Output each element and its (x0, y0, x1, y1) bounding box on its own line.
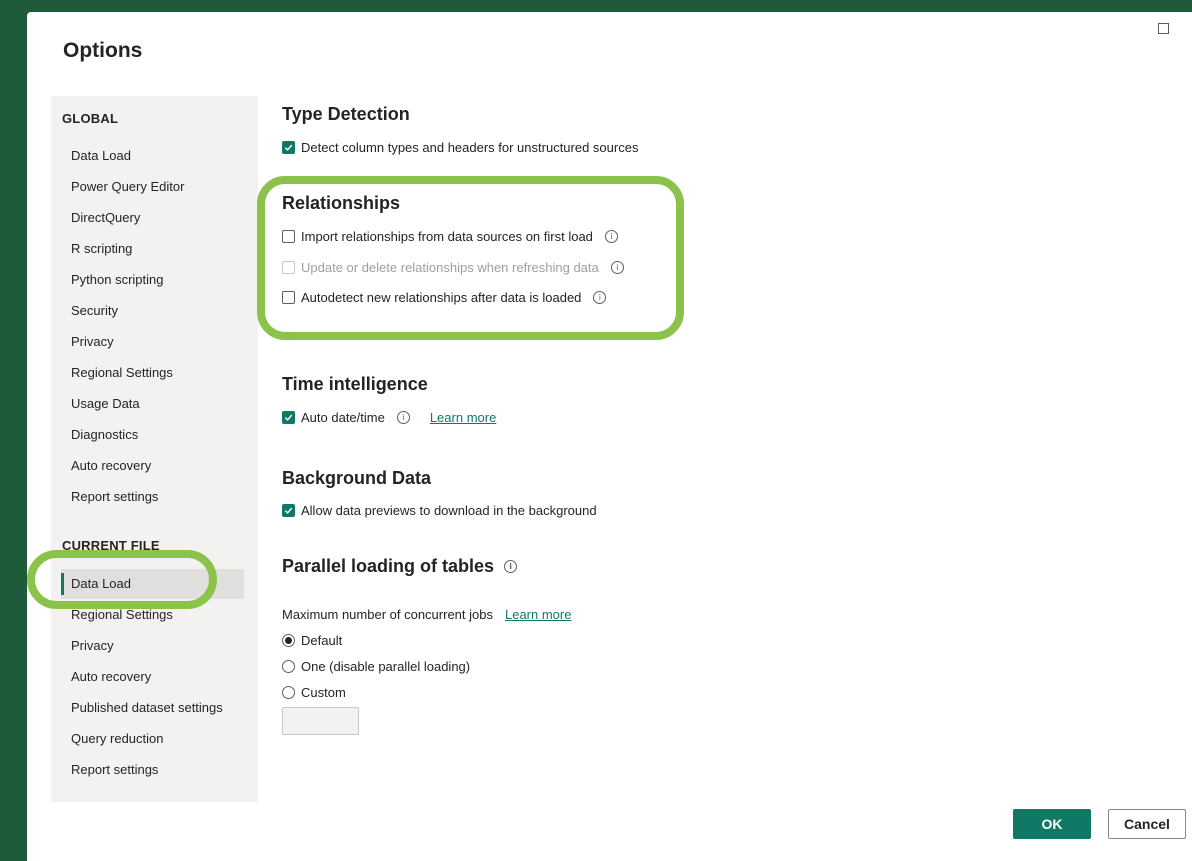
radio-custom[interactable] (282, 686, 295, 699)
sidebar-item-usage-data[interactable]: Usage Data (71, 396, 140, 411)
info-icon[interactable]: i (610, 261, 624, 274)
autodetect-relationships-option[interactable]: Autodetect new relationships after data … (282, 290, 607, 305)
update-relationships-option: Update or delete relationships when refr… (282, 260, 624, 275)
info-icon[interactable]: i (396, 411, 410, 424)
sidebar-heading-global: GLOBAL (62, 111, 119, 126)
update-relationships-checkbox (282, 261, 295, 274)
max-jobs-label: Maximum number of concurrent jobs (282, 607, 493, 622)
sidebar-item-global-data-load[interactable]: Data Load (71, 148, 131, 163)
parallel-loading-title: Parallel loading of tables (282, 556, 495, 576)
parallel-loading-learn-more-link[interactable]: Learn more (505, 607, 571, 622)
sidebar-item-published-dataset-settings[interactable]: Published dataset settings (71, 700, 223, 715)
detect-types-option[interactable]: Detect column types and headers for unst… (282, 140, 638, 155)
autodetect-relationships-checkbox[interactable] (282, 291, 295, 304)
allow-previews-label: Allow data previews to download in the b… (301, 503, 597, 518)
ok-button[interactable]: OK (1013, 809, 1091, 839)
autodetect-relationships-label: Autodetect new relationships after data … (301, 290, 582, 305)
detect-types-label: Detect column types and headers for unst… (301, 140, 639, 155)
sidebar-item-current-privacy[interactable]: Privacy (71, 638, 114, 653)
radio-one[interactable] (282, 660, 295, 673)
allow-previews-option[interactable]: Allow data previews to download in the b… (282, 503, 597, 518)
radio-one-label: One (disable parallel loading) (301, 659, 471, 674)
sidebar-item-global-privacy[interactable]: Privacy (71, 334, 114, 349)
sidebar-item-query-reduction[interactable]: Query reduction (71, 731, 164, 746)
maximize-icon[interactable] (1158, 23, 1169, 34)
relationships-title: Relationships (282, 193, 401, 213)
sidebar-item-current-auto-recovery[interactable]: Auto recovery (71, 669, 151, 684)
info-icon[interactable]: i (593, 291, 607, 304)
background-data-title: Background Data (282, 468, 432, 488)
sidebar-item-global-auto-recovery[interactable]: Auto recovery (71, 458, 151, 473)
import-relationships-checkbox[interactable] (282, 230, 295, 243)
detect-types-checkbox[interactable] (282, 141, 295, 154)
time-intelligence-learn-more-link[interactable]: Learn more (430, 410, 496, 425)
sidebar-item-security[interactable]: Security (71, 303, 118, 318)
custom-jobs-input[interactable] (282, 707, 359, 735)
info-icon[interactable]: i (604, 230, 618, 243)
max-jobs-row: Maximum number of concurrent jobs Learn … (282, 607, 571, 622)
sidebar-item-diagnostics[interactable]: Diagnostics (71, 427, 138, 442)
sidebar-item-global-report-settings[interactable]: Report settings (71, 489, 158, 504)
import-relationships-option[interactable]: Import relationships from data sources o… (282, 229, 618, 244)
sidebar-selected-indicator (61, 573, 64, 595)
time-intelligence-title: Time intelligence (282, 374, 428, 394)
radio-option-custom[interactable]: Custom (282, 685, 346, 700)
options-dialog: Options GLOBAL Data Load Power Query Edi… (27, 12, 1192, 861)
info-icon[interactable]: i (504, 560, 518, 573)
radio-default-label: Default (301, 633, 343, 648)
import-relationships-label: Import relationships from data sources o… (301, 229, 593, 244)
sidebar-heading-current-file: CURRENT FILE (62, 538, 160, 553)
sidebar-item-power-query-editor[interactable]: Power Query Editor (71, 179, 184, 194)
radio-option-one[interactable]: One (disable parallel loading) (282, 659, 470, 674)
update-relationships-label: Update or delete relationships when refr… (301, 260, 599, 275)
dialog-title: Options (63, 39, 143, 62)
allow-previews-checkbox[interactable] (282, 504, 295, 517)
sidebar-item-global-regional-settings[interactable]: Regional Settings (71, 365, 173, 380)
sidebar-item-r-scripting[interactable]: R scripting (71, 241, 132, 256)
parallel-loading-title-row: Parallel loading of tables i (282, 556, 518, 577)
radio-default[interactable] (282, 634, 295, 647)
auto-date-time-option[interactable]: Auto date/time i Learn more (282, 410, 496, 425)
sidebar-item-current-regional-settings[interactable]: Regional Settings (71, 607, 173, 622)
options-sidebar: GLOBAL Data Load Power Query Editor Dire… (51, 96, 258, 802)
radio-selected-dot (285, 637, 292, 644)
cancel-button[interactable]: Cancel (1108, 809, 1186, 839)
sidebar-item-current-report-settings[interactable]: Report settings (71, 762, 158, 777)
radio-option-default[interactable]: Default (282, 633, 342, 648)
auto-date-time-label: Auto date/time (301, 410, 385, 425)
sidebar-item-directquery[interactable]: DirectQuery (71, 210, 140, 225)
type-detection-title: Type Detection (282, 104, 410, 124)
auto-date-time-checkbox[interactable] (282, 411, 295, 424)
radio-custom-label: Custom (301, 685, 346, 700)
sidebar-item-current-data-load[interactable]: Data Load (71, 576, 131, 591)
sidebar-item-python-scripting[interactable]: Python scripting (71, 272, 164, 287)
